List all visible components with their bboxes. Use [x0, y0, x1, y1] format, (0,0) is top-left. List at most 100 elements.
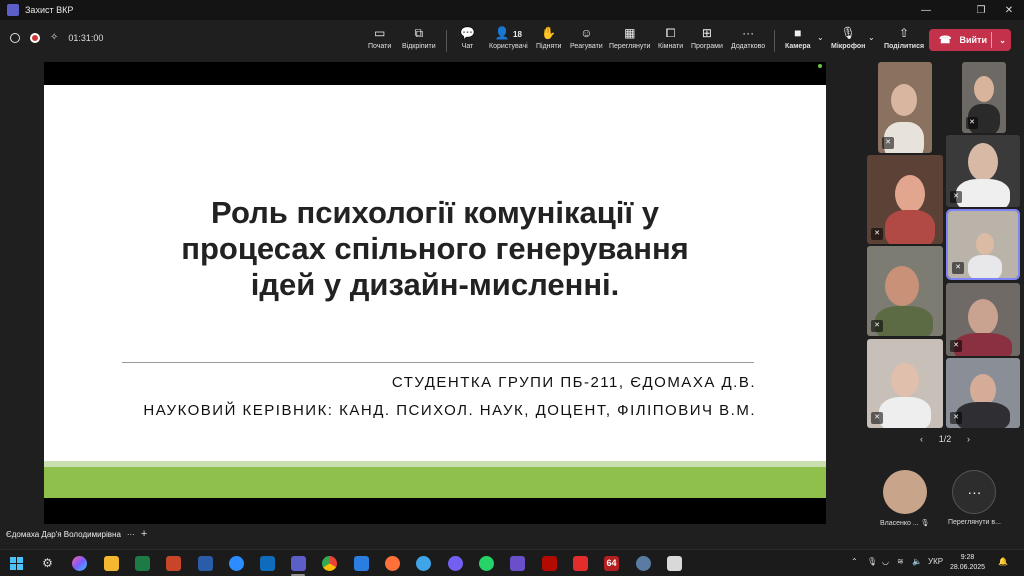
participant-video-tile[interactable]: ✕ — [867, 246, 943, 336]
camera-options-chevron[interactable]: ⌄ — [817, 30, 824, 62]
participant-video-tile[interactable]: ✕ — [878, 62, 932, 153]
anydesk-icon[interactable] — [573, 556, 588, 571]
participant-video-tile[interactable]: ✕ — [962, 62, 1006, 133]
viber-icon[interactable] — [448, 556, 463, 571]
aida64-icon[interactable]: 64 — [604, 556, 619, 571]
people-button[interactable]: 👤 18 Користувачі — [489, 25, 528, 57]
people-icon: 👤 — [494, 26, 510, 40]
start-button[interactable]: ▭ Почати — [368, 25, 391, 57]
share-tray-icon: ⇧ — [899, 26, 910, 40]
mic-muted-icon: ✕ — [871, 320, 883, 332]
powerpoint-icon[interactable] — [166, 556, 181, 571]
chevron-down-icon: ⌄ — [868, 33, 875, 42]
meeting-timer: 01:31:00 — [68, 32, 104, 43]
more-button[interactable]: ··· Додатково — [731, 25, 765, 57]
word-icon[interactable] — [198, 556, 213, 571]
presenter-more-icon[interactable]: ··· — [127, 530, 135, 539]
sharing-indicator — [818, 64, 822, 68]
mic-muted-icon: ✕ — [950, 340, 962, 352]
participant-video-tile[interactable]: ✕ — [946, 135, 1020, 207]
language-indicator[interactable]: УКР — [928, 557, 943, 566]
windows-start-icon[interactable] — [10, 557, 23, 570]
mic-muted-icon: ✕ — [871, 228, 883, 240]
settings-gear-icon[interactable]: ⚙ — [40, 556, 55, 571]
notepad-icon[interactable] — [667, 556, 682, 571]
gallery-page-indicator: 1/2 — [938, 434, 952, 444]
effects-icon[interactable]: ✧ — [50, 32, 58, 43]
add-icon[interactable]: + — [141, 528, 147, 540]
outlook-icon[interactable] — [260, 556, 275, 571]
participant-video-tile[interactable]: ✕ — [867, 339, 943, 428]
recording-icon — [30, 32, 40, 43]
camera-button[interactable]: ■ Камера — [785, 25, 811, 57]
apps-plus-icon: ⊞ — [701, 26, 712, 40]
apps-button[interactable]: ⊞ Програми — [691, 25, 723, 57]
react-button[interactable]: ☺ Реагувати — [570, 25, 603, 57]
acrobat-icon[interactable] — [542, 556, 557, 571]
mic-muted-icon: ✕ — [952, 262, 964, 274]
restore-button[interactable]: ❐ — [966, 0, 996, 20]
copilot-icon[interactable] — [72, 556, 87, 571]
chat-button[interactable]: 💬 Чат — [460, 25, 475, 57]
slide-advisor: НАУКОВИЙ КЕРІВНИК: КАНД. ПСИХОЛ. НАУК, Д… — [143, 402, 756, 419]
slide-divider — [122, 362, 754, 363]
tray-network-icon[interactable]: ◡ — [882, 557, 889, 566]
tray-chevron-up-icon[interactable]: ⌃ — [851, 557, 858, 566]
chrome-icon[interactable] — [322, 556, 337, 571]
ellipsis-icon: ··· — [742, 26, 755, 40]
minimize-button[interactable]: — — [911, 0, 941, 20]
chevron-down-icon[interactable]: ⌄ — [999, 36, 1006, 45]
firefox-icon[interactable] — [385, 556, 400, 571]
ellipsis-icon: ··· — [952, 470, 997, 514]
leave-button[interactable]: ☎ Вийти ⌄ — [929, 29, 1011, 51]
microphone-icon: 🎙 — [840, 26, 856, 40]
participant-video-tile[interactable]: ✕ — [867, 155, 943, 244]
mic-muted-icon: ✕ — [950, 191, 962, 203]
tray-volume-icon[interactable]: 🔈 — [912, 557, 922, 566]
avatar — [882, 470, 927, 514]
rooms-button[interactable]: ⧠ Кімнати — [658, 25, 683, 57]
smiley-icon: ☺ — [580, 26, 593, 40]
system-clock[interactable]: 9:28 28.06.2025 — [950, 553, 985, 573]
raise-hand-button[interactable]: ✋ Підняти — [536, 25, 561, 57]
file-explorer-icon[interactable] — [104, 556, 119, 571]
toolbar-divider — [774, 30, 775, 52]
participant-avatar-tile[interactable]: Власенко ... 🎙 — [880, 470, 930, 527]
chevron-down-icon: ⌄ — [817, 33, 824, 42]
notification-bell-icon[interactable]: 🔔 — [998, 557, 1008, 566]
tray-mic-icon[interactable]: 🎙 — [867, 557, 877, 566]
slide-title: Роль психології комунікації у процесах с… — [181, 195, 689, 302]
shield-icon[interactable] — [10, 32, 20, 43]
meeting-toolbar: ✧ 01:31:00 ▭ Почати ⧉ Відкріпити 💬 Чат 👤… — [0, 20, 1024, 60]
view-button[interactable]: ▦ Переглянути — [609, 25, 650, 57]
share-button[interactable]: ⇧ Поділитися — [884, 25, 924, 57]
mic-muted-icon: ✕ — [966, 117, 978, 129]
overflow-participants-button[interactable]: ··· Переглянути в... — [948, 470, 1001, 526]
previous-page-icon[interactable]: ‹ — [920, 434, 923, 444]
screen-start-icon: ▭ — [373, 26, 386, 40]
unpin-button[interactable]: ⧉ Відкріпити — [402, 25, 436, 57]
whatsapp-icon[interactable] — [479, 556, 494, 571]
excel-icon[interactable] — [135, 556, 150, 571]
title-bar: Захист ВКР — ❐ ✕ — [0, 0, 1024, 20]
teams-icon[interactable] — [291, 556, 306, 571]
microphone-button[interactable]: 🎙 Мікрофон — [831, 25, 865, 57]
presenter-name: Єдомаха Дар'я Володимирівна — [6, 529, 121, 539]
browser-icon[interactable] — [416, 556, 431, 571]
presentation-slide: Роль психології комунікації у процесах с… — [44, 85, 826, 498]
photos-icon[interactable] — [354, 556, 369, 571]
mic-options-chevron[interactable]: ⌄ — [868, 30, 875, 62]
app-icon[interactable] — [636, 556, 651, 571]
save-disk-icon[interactable] — [510, 556, 525, 571]
shared-screen: Роль психології комунікації у процесах с… — [44, 62, 826, 524]
participant-video-tile[interactable]: ✕ — [946, 358, 1020, 428]
mic-muted-icon: ✕ — [882, 137, 894, 149]
mic-muted-icon: ✕ — [950, 412, 962, 424]
zoom-icon[interactable] — [229, 556, 244, 571]
close-button[interactable]: ✕ — [994, 0, 1024, 20]
participant-video-tile[interactable]: ✕ — [946, 283, 1020, 356]
next-page-icon[interactable]: › — [967, 434, 970, 444]
tray-wifi-icon[interactable]: ≋ — [897, 557, 904, 566]
rooms-icon: ⧠ — [665, 26, 676, 40]
participant-video-tile-speaking[interactable]: ✕ — [946, 209, 1020, 280]
